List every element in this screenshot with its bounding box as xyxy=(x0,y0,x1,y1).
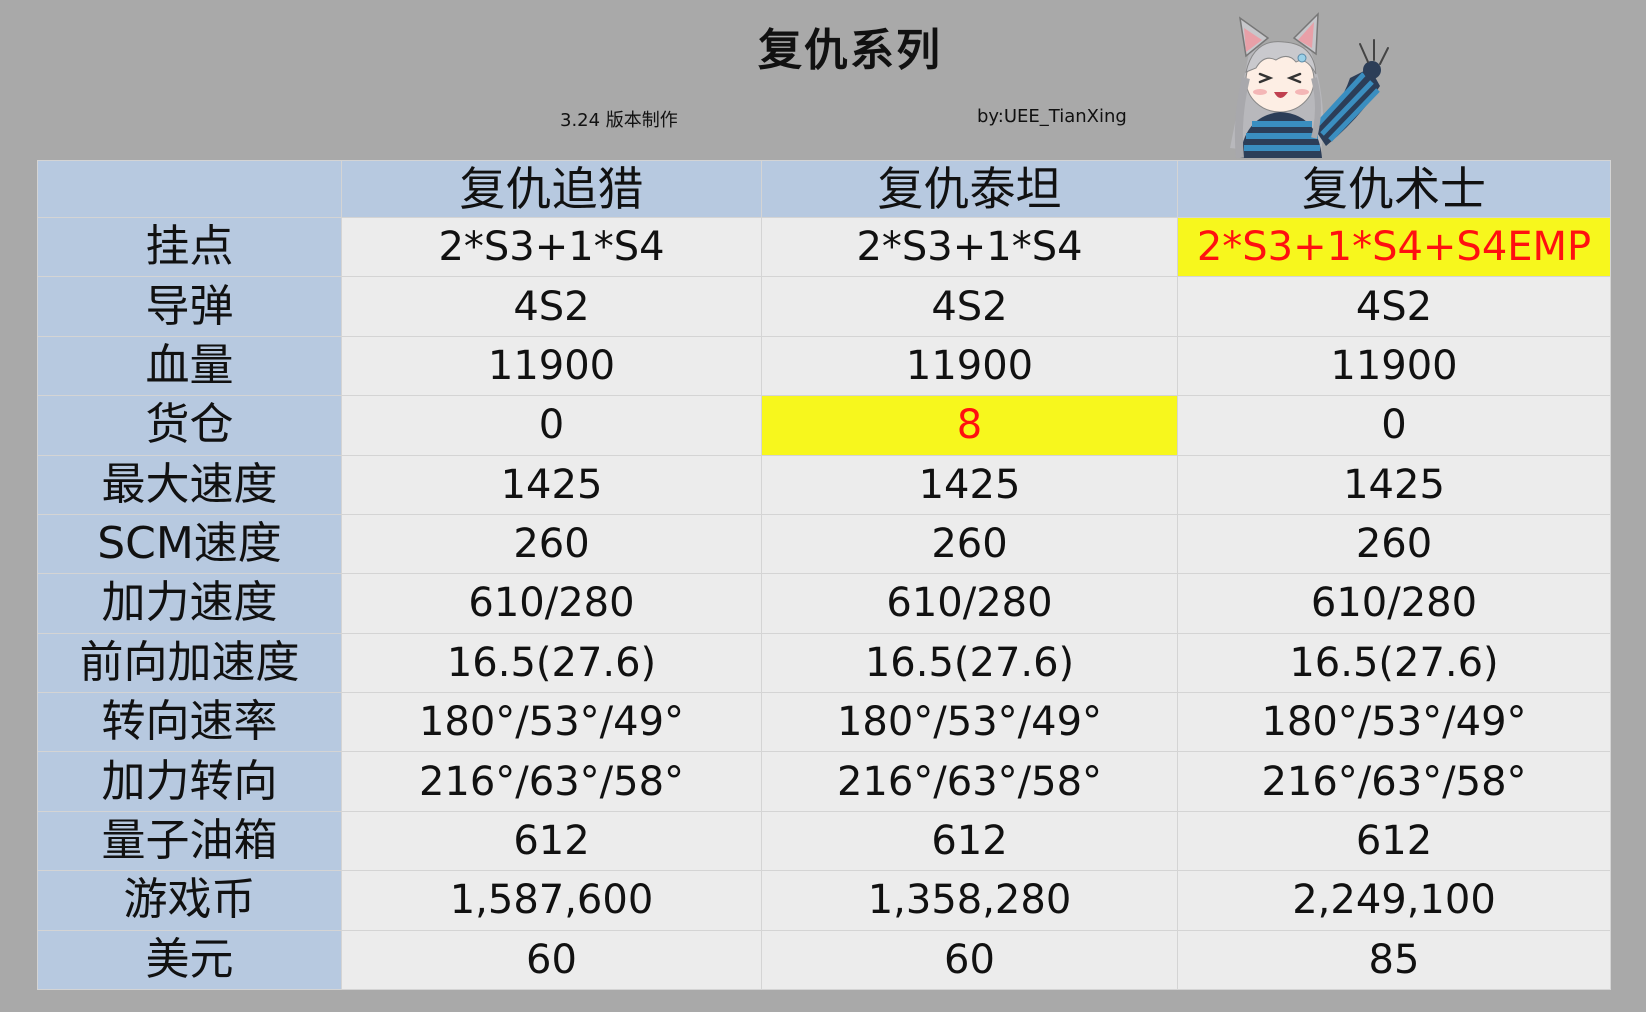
value-cell: 11900 xyxy=(1177,335,1611,397)
value-cell: 216°/63°/58° xyxy=(341,751,762,812)
value-cell: 2,249,100 xyxy=(1177,870,1611,931)
author-credit: by:UEE_TianXing xyxy=(977,106,1127,127)
value-cell: 180°/53°/49° xyxy=(761,691,1178,753)
table-row: 最大速度 1425 1425 1425 xyxy=(37,454,1611,515)
value-cell: 216°/63°/58° xyxy=(761,751,1178,812)
corner-cell xyxy=(37,160,342,218)
value-cell: 16.5(27.6) xyxy=(761,632,1178,694)
value-cell: 612 xyxy=(761,810,1178,872)
row-label: 美元 xyxy=(37,929,342,990)
table-row: 量子油箱 612 612 612 xyxy=(37,810,1611,872)
value-cell: 610/280 xyxy=(761,573,1178,634)
value-cell: 60 xyxy=(341,929,762,990)
value-cell: 1425 xyxy=(341,454,762,515)
row-label: 加力转向 xyxy=(37,751,342,812)
table-row: 挂点 2*S3+1*S4 2*S3+1*S4 2*S3+1*S4+S4EMP xyxy=(37,216,1611,278)
column-header: 复仇泰坦 xyxy=(761,160,1178,218)
value-cell: 16.5(27.6) xyxy=(1177,632,1611,694)
value-cell: 1425 xyxy=(761,454,1178,515)
value-cell: 180°/53°/49° xyxy=(341,691,762,753)
row-label: 挂点 xyxy=(37,216,342,278)
value-cell: 11900 xyxy=(341,335,762,397)
value-cell: 4S2 xyxy=(341,276,762,337)
table-row: 美元 60 60 85 xyxy=(37,929,1611,990)
value-cell: 4S2 xyxy=(761,276,1178,337)
table-body: 挂点 2*S3+1*S4 2*S3+1*S4 2*S3+1*S4+S4EMP 导弹 4S2… xyxy=(37,216,1611,990)
value-cell: 1425 xyxy=(1177,454,1611,515)
cat-girl-mascot-icon xyxy=(1230,12,1389,159)
column-header: 复仇追猎 xyxy=(341,160,762,218)
value-cell: 4S2 xyxy=(1177,276,1611,337)
value-cell: 2*S3+1*S4 xyxy=(761,216,1178,278)
value-cell: 260 xyxy=(761,513,1178,575)
value-cell: 0 xyxy=(1177,395,1611,456)
table-row: 货仓 0 8 0 xyxy=(37,395,1611,456)
value-cell: 260 xyxy=(341,513,762,575)
value-cell: 610/280 xyxy=(1177,573,1611,634)
row-label: 导弹 xyxy=(37,276,342,337)
value-cell: 60 xyxy=(761,929,1178,990)
version-note: 3.24 版本制作 xyxy=(560,110,678,131)
value-cell: 180°/53°/49° xyxy=(1177,691,1611,753)
row-label: 转向速率 xyxy=(37,691,342,753)
stats-table: 复仇追猎 复仇泰坦 复仇术士 挂点 2*S3+1*S4 2*S3+1*S4 2*S3+… xyxy=(37,160,1611,990)
page: 复仇系列 3.24 版本制作 by:UEE_TianXing 复仇追猎 复仇泰坦… xyxy=(0,0,1646,1012)
table-row: 游戏币 1,587,600 1,358,280 2,249,100 xyxy=(37,870,1611,931)
header-row: 复仇追猎 复仇泰坦 复仇术士 xyxy=(37,160,1611,218)
value-cell: 11900 xyxy=(761,335,1178,397)
value-cell: 260 xyxy=(1177,513,1611,575)
value-cell: 610/280 xyxy=(341,573,762,634)
table-row: 血量 11900 11900 11900 xyxy=(37,335,1611,397)
table-row: 加力转向 216°/63°/58° 216°/63°/58° 216°/63°/58° xyxy=(37,751,1611,812)
value-cell: 2*S3+1*S4 xyxy=(341,216,762,278)
value-cell: 216°/63°/58° xyxy=(1177,751,1611,812)
table-row: 前向加速度 16.5(27.6) 16.5(27.6) 16.5(27.6) xyxy=(37,632,1611,694)
value-cell: 85 xyxy=(1177,929,1611,990)
value-cell: 1,358,280 xyxy=(761,870,1178,931)
row-label: 量子油箱 xyxy=(37,810,342,872)
value-cell: 612 xyxy=(1177,810,1611,872)
table-row: 转向速率 180°/53°/49° 180°/53°/49° 180°/53°/49° xyxy=(37,691,1611,753)
table-row: 导弹 4S2 4S2 4S2 xyxy=(37,276,1611,337)
value-cell: 16.5(27.6) xyxy=(341,632,762,694)
row-label: 加力速度 xyxy=(37,573,342,634)
highlighted-value-cell: 2*S3+1*S4+S4EMP xyxy=(1177,216,1611,278)
row-label: 前向加速度 xyxy=(37,632,342,694)
column-header: 复仇术士 xyxy=(1177,160,1611,218)
table-row: SCM速度 260 260 260 xyxy=(37,513,1611,575)
row-label: 游戏币 xyxy=(37,870,342,931)
value-cell: 612 xyxy=(341,810,762,872)
row-label: 最大速度 xyxy=(37,454,342,515)
highlighted-value-cell: 8 xyxy=(761,395,1178,456)
value-cell: 0 xyxy=(341,395,762,456)
row-label: SCM速度 xyxy=(37,513,342,575)
row-label: 血量 xyxy=(37,335,342,397)
table-row: 加力速度 610/280 610/280 610/280 xyxy=(37,573,1611,634)
value-cell: 1,587,600 xyxy=(341,870,762,931)
row-label: 货仓 xyxy=(37,395,342,456)
